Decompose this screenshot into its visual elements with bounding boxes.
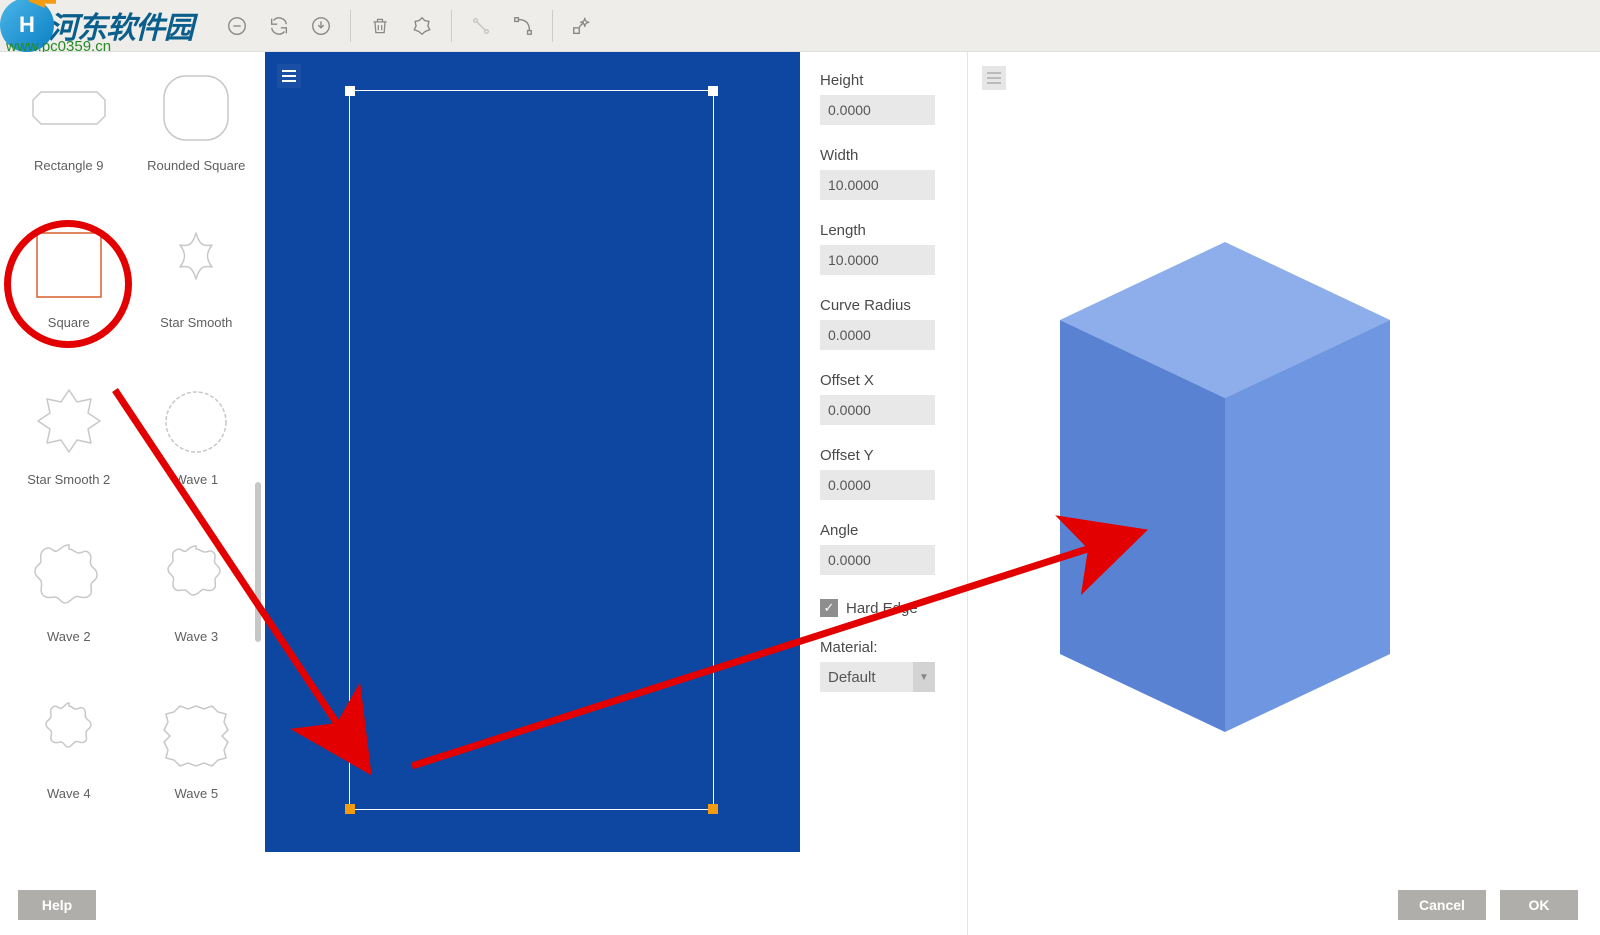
width-input[interactable]: [820, 170, 935, 200]
shape-label: Wave 5: [174, 786, 218, 801]
shape-label: Rounded Square: [147, 158, 245, 173]
offset-x-input[interactable]: [820, 395, 935, 425]
hamburger-icon[interactable]: [982, 66, 1006, 90]
curve-radius-label: Curve Radius: [820, 297, 968, 314]
canvas[interactable]: [265, 52, 800, 852]
shape-label: Square: [48, 315, 90, 330]
length-label: Length: [820, 222, 968, 239]
shape-star-smooth-2[interactable]: Star Smooth 2: [8, 384, 130, 487]
handle-bottom-right[interactable]: [708, 804, 718, 814]
shape-rounded-square[interactable]: Rounded Square: [136, 70, 258, 173]
cube-preview[interactable]: [1060, 242, 1390, 732]
chevron-down-icon: ▼: [913, 662, 935, 692]
trash-icon[interactable]: [361, 7, 399, 45]
help-button[interactable]: Help: [18, 890, 96, 920]
mirror-icon[interactable]: [218, 7, 256, 45]
shape-rectangle-9[interactable]: Rectangle 9: [8, 70, 130, 173]
preview-panel: [968, 52, 1600, 935]
offset-y-input[interactable]: [820, 470, 935, 500]
material-value: Default: [828, 669, 876, 686]
height-input[interactable]: [820, 95, 935, 125]
handle-bottom-left[interactable]: [345, 804, 355, 814]
material-select[interactable]: Default ▼: [820, 662, 935, 692]
canvas-wrap: [265, 52, 800, 935]
curve-icon[interactable]: [504, 7, 542, 45]
hamburger-icon[interactable]: [277, 64, 301, 88]
shape-label: Wave 3: [174, 629, 218, 644]
curve-radius-input[interactable]: [820, 320, 935, 350]
anchor-icon[interactable]: [462, 7, 500, 45]
action-buttons: Cancel OK: [1398, 890, 1578, 920]
hard-edge-label: Hard Edge: [846, 600, 918, 617]
checkbox-icon[interactable]: ✓: [820, 599, 838, 617]
shape-label: Wave 1: [174, 472, 218, 487]
shape-label: Star Smooth: [160, 315, 232, 330]
shape-label: Rectangle 9: [34, 158, 103, 173]
offset-x-label: Offset X: [820, 372, 968, 389]
shape-wave-4[interactable]: Wave 4: [8, 698, 130, 801]
width-label: Width: [820, 147, 968, 164]
handle-top-left[interactable]: [345, 86, 355, 96]
toolbar: H 河东软件园 www.pc0359.cn: [0, 0, 1600, 52]
height-label: Height: [820, 72, 968, 89]
shapes-panel: Rectangle 9 Rounded Square Square Star S…: [0, 52, 265, 935]
download-icon[interactable]: [302, 7, 340, 45]
logo: H 河东软件园 www.pc0359.cn: [0, 0, 193, 52]
angle-label: Angle: [820, 522, 968, 539]
shape-wave-2[interactable]: Wave 2: [8, 541, 130, 644]
offset-y-label: Offset Y: [820, 447, 968, 464]
shape-selection[interactable]: [349, 90, 714, 810]
polygon-icon[interactable]: [403, 7, 441, 45]
shape-label: Wave 2: [47, 629, 91, 644]
shape-star-smooth[interactable]: Star Smooth: [136, 227, 258, 330]
scrollbar[interactable]: [255, 482, 261, 642]
handle-top-right[interactable]: [708, 86, 718, 96]
shape-square[interactable]: Square: [8, 227, 130, 330]
cancel-button[interactable]: Cancel: [1398, 890, 1486, 920]
magic-icon[interactable]: [563, 7, 601, 45]
hard-edge-row[interactable]: ✓ Hard Edge: [820, 599, 968, 617]
ok-button[interactable]: OK: [1500, 890, 1578, 920]
properties-panel: Height Width Length Curve Radius Offset …: [800, 52, 968, 935]
shape-wave-3[interactable]: Wave 3: [136, 541, 258, 644]
material-label: Material:: [820, 639, 968, 656]
angle-input[interactable]: [820, 545, 935, 575]
shape-wave-1[interactable]: Wave 1: [136, 384, 258, 487]
shape-label: Star Smooth 2: [27, 472, 110, 487]
refresh-icon[interactable]: [260, 7, 298, 45]
length-input[interactable]: [820, 245, 935, 275]
shape-wave-5[interactable]: Wave 5: [136, 698, 258, 801]
shape-label: Wave 4: [47, 786, 91, 801]
